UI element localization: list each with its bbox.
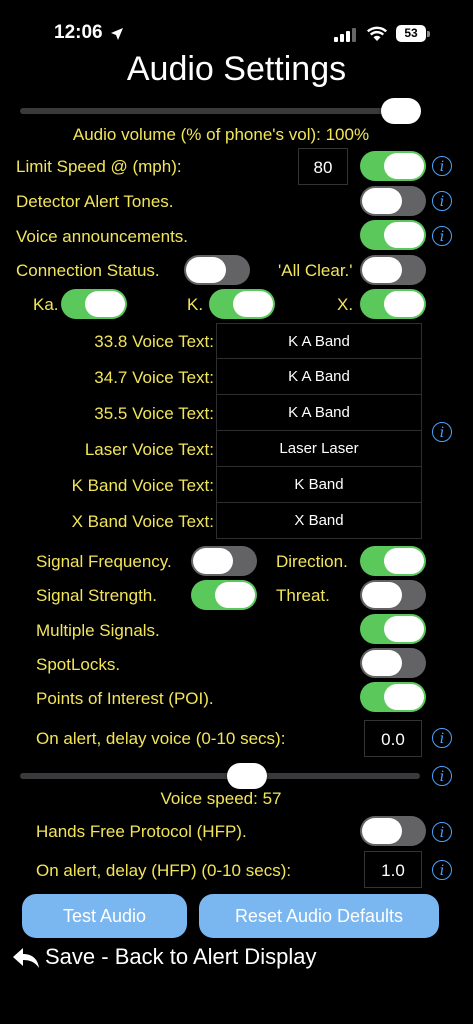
detector-alert-tones-label: Detector Alert Tones. <box>16 192 174 211</box>
location-arrow-icon <box>111 28 123 40</box>
delay-voice-label: On alert, delay voice (0-10 secs): <box>36 729 286 748</box>
voice-text-field-33-8[interactable]: K A Band <box>216 323 422 359</box>
delay-hfp-input[interactable]: 1.0 <box>364 851 422 888</box>
voice-announcements-info-icon[interactable]: i <box>432 226 452 246</box>
detector-alert-tones-info-icon[interactable]: i <box>432 191 452 211</box>
band-k-label: K. <box>187 295 204 314</box>
poi-label: Points of Interest (POI). <box>36 689 214 708</box>
battery-tip <box>427 31 430 37</box>
voice-text-table: K A Band K A Band K A Band Laser Laser K… <box>216 323 422 539</box>
test-audio-button[interactable]: Test Audio <box>22 894 187 938</box>
back-arrow-icon <box>13 948 39 968</box>
signal-frequency-label: Signal Frequency. <box>36 552 172 571</box>
threat-label: Threat. <box>276 586 330 605</box>
voice-announcements-label: Voice announcements. <box>16 227 189 246</box>
direction-label: Direction. <box>276 552 348 571</box>
voice-text-field-k-band[interactable]: K Band <box>216 467 422 503</box>
audio-volume-slider-track[interactable] <box>20 108 420 114</box>
voice-speed-info-icon[interactable]: i <box>432 766 452 786</box>
limit-speed-label: Limit Speed @ (mph): <box>16 157 182 176</box>
signal-frequency-toggle[interactable] <box>191 546 257 576</box>
hfp-label: Hands Free Protocol (HFP). <box>36 822 247 841</box>
threat-toggle[interactable] <box>360 580 426 610</box>
voice-speed-slider-track[interactable] <box>20 773 420 779</box>
reset-audio-defaults-button[interactable]: Reset Audio Defaults <box>199 894 439 938</box>
detector-alert-tones-toggle[interactable] <box>360 186 426 216</box>
voice-text-label-k-band: K Band Voice Text: <box>71 476 214 495</box>
hfp-toggle[interactable] <box>360 816 426 846</box>
spotlocks-label: SpotLocks. <box>36 655 121 674</box>
limit-speed-toggle[interactable] <box>360 151 426 181</box>
voice-text-info-icon[interactable]: i <box>432 422 452 442</box>
all-clear-label: 'All Clear.' <box>278 261 353 280</box>
direction-toggle[interactable] <box>360 546 426 576</box>
voice-text-label-34-7: 34.7 Voice Text: <box>94 368 214 387</box>
status-time: 12:06 <box>54 22 103 43</box>
multiple-signals-toggle[interactable] <box>360 614 426 644</box>
voice-text-field-laser[interactable]: Laser Laser <box>216 431 422 467</box>
delay-voice-input[interactable]: 0.0 <box>364 720 422 757</box>
delay-voice-info-icon[interactable]: i <box>432 728 452 748</box>
audio-volume-slider-thumb[interactable] <box>381 98 421 124</box>
limit-speed-input[interactable]: 80 <box>298 148 348 185</box>
voice-text-label-laser: Laser Voice Text: <box>84 440 214 459</box>
all-clear-toggle[interactable] <box>360 255 426 285</box>
save-back-label: Save - Back to Alert Display <box>45 944 317 969</box>
voice-text-label-35-5: 35.5 Voice Text: <box>94 404 214 423</box>
hfp-info-icon[interactable]: i <box>432 822 452 842</box>
limit-speed-info-icon[interactable]: i <box>432 156 452 176</box>
band-ka-toggle[interactable] <box>61 289 127 319</box>
page-title: Audio Settings <box>126 50 347 88</box>
voice-text-label-x-band: X Band Voice Text: <box>71 512 214 531</box>
battery-icon: 53 <box>396 25 426 42</box>
wifi-icon <box>366 26 388 41</box>
voice-text-field-34-7[interactable]: K A Band <box>216 359 422 395</box>
band-ka-label: Ka. <box>33 295 59 314</box>
audio-volume-label: Audio volume (% of phone's vol): 100% <box>72 125 370 144</box>
band-x-label: X. <box>337 295 354 314</box>
connection-status-label: Connection Status. <box>16 261 160 280</box>
voice-text-field-35-5[interactable]: K A Band <box>216 395 422 431</box>
signal-strength-label: Signal Strength. <box>36 586 157 605</box>
voice-speed-label: Voice speed: 57 <box>160 789 282 808</box>
multiple-signals-label: Multiple Signals. <box>36 621 160 640</box>
voice-text-field-x-band[interactable]: X Band <box>216 503 422 539</box>
connection-status-toggle[interactable] <box>184 255 250 285</box>
poi-toggle[interactable] <box>360 682 426 712</box>
voice-speed-slider-thumb[interactable] <box>227 763 267 789</box>
voice-text-label-33-8: 33.8 Voice Text: <box>94 332 214 351</box>
cellular-signal-icon <box>334 28 356 42</box>
band-k-toggle[interactable] <box>209 289 275 319</box>
voice-announcements-toggle[interactable] <box>360 220 426 250</box>
signal-strength-toggle[interactable] <box>191 580 257 610</box>
delay-hfp-info-icon[interactable]: i <box>432 860 452 880</box>
delay-hfp-label: On alert, delay (HFP) (0-10 secs): <box>36 861 292 880</box>
spotlocks-toggle[interactable] <box>360 648 426 678</box>
band-x-toggle[interactable] <box>360 289 426 319</box>
